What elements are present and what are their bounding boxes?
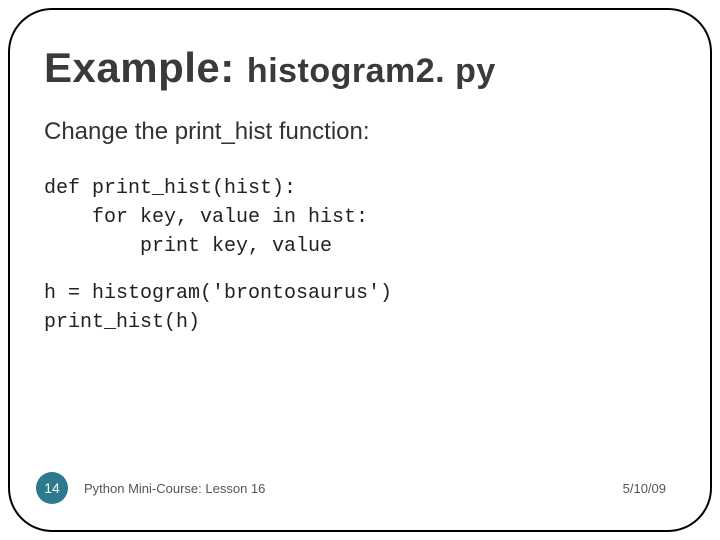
slide-date: 5/10/09 — [623, 481, 666, 496]
code-line: for key, value in hist: — [44, 206, 368, 229]
code-block-2: h = histogram('brontosaurus') print_hist… — [44, 279, 676, 337]
slide-title: Example: histogram2. py — [44, 44, 676, 92]
title-prefix: Example: — [44, 44, 247, 91]
slide-number-badge: 14 — [36, 472, 68, 504]
code-line: print_hist(h) — [44, 311, 200, 334]
slide-frame: Example: histogram2. py Change the print… — [8, 8, 712, 532]
code-line: print key, value — [44, 235, 332, 258]
course-label: Python Mini-Course: Lesson 16 — [84, 481, 265, 496]
footer-left: 14 Python Mini-Course: Lesson 16 — [30, 472, 265, 504]
slide-number: 14 — [44, 480, 60, 496]
code-line: h = histogram('brontosaurus') — [44, 282, 392, 305]
slide-footer: 14 Python Mini-Course: Lesson 16 5/10/09 — [10, 472, 710, 504]
title-filename: histogram2. py — [247, 52, 496, 90]
subheading: Change the print_hist function: — [44, 118, 676, 146]
code-line: def print_hist(hist): — [44, 177, 296, 200]
code-block-1: def print_hist(hist): for key, value in … — [44, 174, 676, 261]
